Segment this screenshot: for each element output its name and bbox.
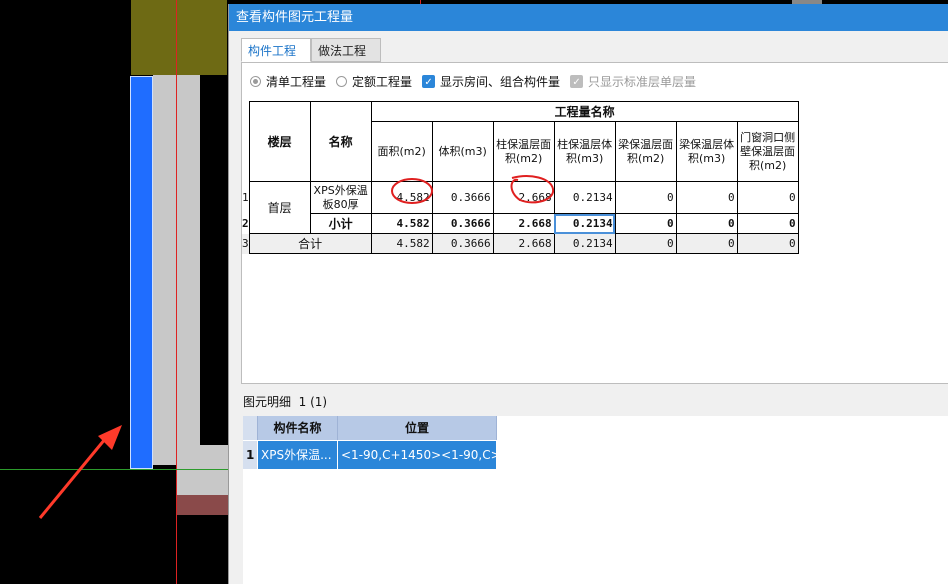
red-arrow-annotation — [38, 432, 112, 519]
annotation-layer — [38, 175, 555, 519]
red-circle-annotation — [391, 178, 433, 204]
red-arrowhead-icon — [98, 425, 122, 450]
red-circle-annotation — [510, 175, 555, 204]
